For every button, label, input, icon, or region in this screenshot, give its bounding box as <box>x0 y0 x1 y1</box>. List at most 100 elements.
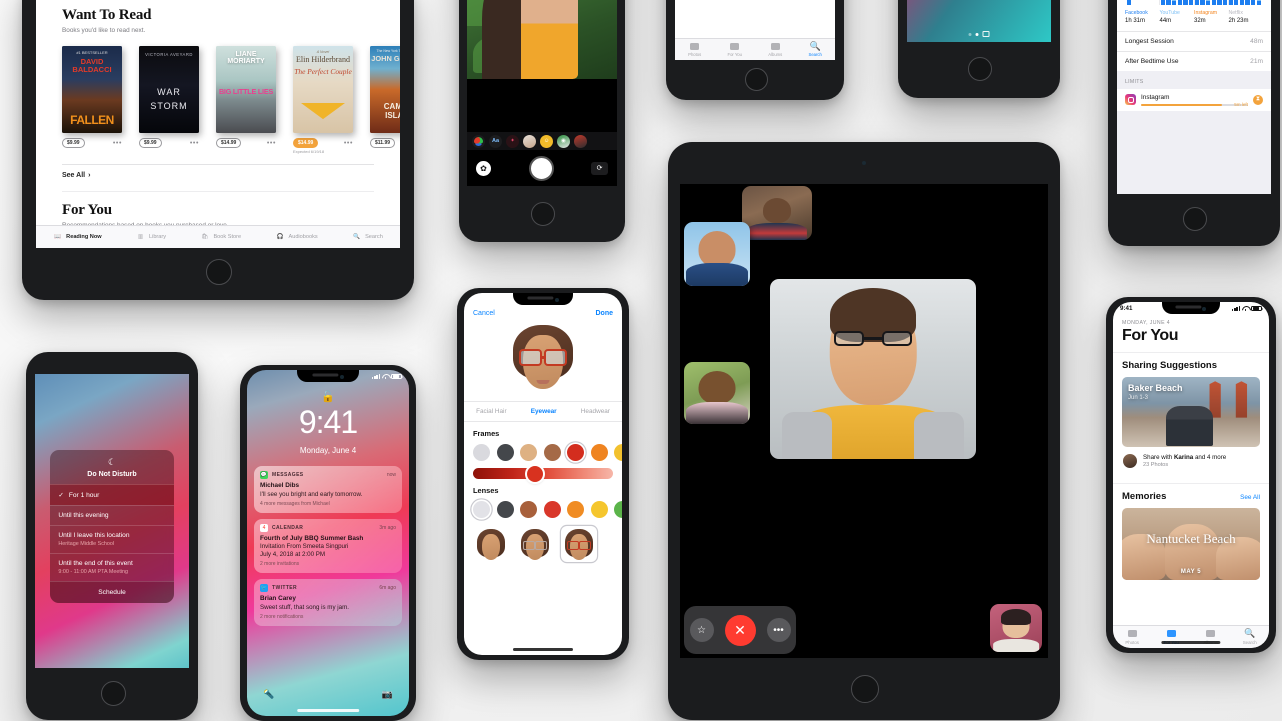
more-icon[interactable]: ••• <box>344 140 353 147</box>
shapes-icon[interactable]: ✦ <box>506 134 519 148</box>
home-button[interactable] <box>851 675 879 703</box>
tab-book-store[interactable]: 🛍 Book Store <box>200 233 241 242</box>
color-swatch-selected[interactable] <box>567 444 584 461</box>
tab-for-you[interactable]: For You <box>728 42 742 57</box>
book-card[interactable]: LIANE MORIARTY BIG LITTLE LIES $14.99 ••… <box>216 46 276 154</box>
schedule-button[interactable]: Schedule <box>50 581 174 604</box>
tab-photos[interactable]: Photos <box>688 42 701 57</box>
page-dot[interactable] <box>968 32 972 36</box>
home-button[interactable] <box>968 57 992 81</box>
color-swatch[interactable] <box>567 501 584 518</box>
tab-facial-hair[interactable]: Facial Hair <box>476 408 507 415</box>
tab-reading-now[interactable]: 📖 Reading Now <box>53 233 101 242</box>
color-slider[interactable] <box>473 465 613 482</box>
notification-calendar[interactable]: 4 CALENDAR 3m ago Fourth of July BBQ Sum… <box>254 518 402 574</box>
facetime-controls[interactable]: ☆ ✕ ••• <box>684 606 796 654</box>
notification-messages[interactable]: 💬 MESSAGES now Michael Dibs I'll see you… <box>254 466 402 513</box>
end-call-button[interactable]: ✕ <box>724 614 756 646</box>
home-indicator[interactable] <box>512 648 574 651</box>
home-button[interactable] <box>100 681 126 706</box>
more-button[interactable]: ••• <box>766 618 791 642</box>
home-indicator[interactable] <box>1161 641 1221 644</box>
camera-icon[interactable]: 📷 <box>382 689 393 700</box>
lenses-swatches[interactable] <box>473 501 622 518</box>
memoji-category-tabs[interactable]: Facial Hair Eyewear Headwear <box>464 401 622 422</box>
home-indicator[interactable] <box>297 709 359 712</box>
book-cover[interactable]: A Novel Elin Hilderbrand The Perfect Cou… <box>293 46 353 133</box>
home-button[interactable] <box>1183 207 1207 231</box>
color-swatch[interactable] <box>496 444 514 461</box>
flashlight-icon[interactable]: 🔦 <box>263 689 274 700</box>
color-swatch-selected[interactable] <box>473 501 490 518</box>
color-swatch[interactable] <box>614 501 622 518</box>
color-swatch[interactable] <box>590 444 608 461</box>
tab-audiobooks[interactable]: 🎧 Audiobooks <box>275 233 318 242</box>
color-swatch[interactable] <box>496 501 514 518</box>
facetime-tile-participant-top[interactable] <box>742 186 812 240</box>
book-cover[interactable]: #1 BESTSELLER DAVID BALDACCI FALLEN <box>62 46 122 133</box>
home-button[interactable] <box>206 259 232 285</box>
emoji-icon[interactable]: ☺ <box>540 134 553 148</box>
memoji-avatar[interactable] <box>511 325 575 393</box>
sharing-suggestion-card[interactable]: Baker Beach Jun 1-3 <box>1122 377 1260 447</box>
tab-search[interactable]: 🔍 Search <box>352 233 383 242</box>
cancel-button[interactable]: Cancel <box>473 310 495 317</box>
color-swatch[interactable] <box>543 501 561 518</box>
memoji-style-option[interactable] <box>473 526 509 562</box>
tab-albums[interactable]: Albums <box>768 42 782 57</box>
notification-list[interactable]: 💬 MESSAGES now Michael Dibs I'll see you… <box>254 466 402 626</box>
flip-camera-button[interactable]: ⟳ <box>591 161 608 175</box>
effects-button[interactable]: ✿ <box>476 160 491 176</box>
tab-headwear[interactable]: Headwear <box>581 408 610 415</box>
longest-session-row[interactable]: Longest Session 48m <box>1117 30 1271 51</box>
book-price[interactable]: $11.99 <box>370 138 396 148</box>
limit-row-instagram[interactable]: Instagram 5m left ⧗ <box>1117 88 1271 111</box>
facetime-tile-participant-left-upper[interactable] <box>684 222 750 286</box>
dnd-option-until-end-of-event[interactable]: Until the end of this event 9:00 - 11:00… <box>50 553 174 581</box>
memoji-style-previews[interactable] <box>464 518 622 562</box>
photos-tab-bar[interactable]: Photos For You Albums 🔍 Search <box>675 38 835 60</box>
color-swatch[interactable] <box>543 444 561 461</box>
book-cover[interactable]: LIANE MORIARTY BIG LITTLE LIES <box>216 46 276 133</box>
notification-twitter[interactable]: 🐦 TWITTER 6m ago Brian Carey Sweet stuff… <box>254 579 402 626</box>
frames-swatches[interactable] <box>473 444 622 461</box>
photos-tab-bar[interactable]: Photos For You Albums 🔍 Search <box>1113 625 1269 648</box>
books-carousel[interactable]: #1 BESTSELLER DAVID BALDACCI FALLEN $9.9… <box>62 46 400 154</box>
book-price[interactable]: $9.99 <box>139 138 162 148</box>
color-swatch[interactable] <box>590 501 608 518</box>
page-indicator[interactable] <box>968 31 990 37</box>
effects-icon[interactable] <box>472 134 485 148</box>
tab-library[interactable]: ▥ Library <box>136 233 166 242</box>
facetime-tile-participant-left-lower[interactable] <box>684 362 750 424</box>
memoji-style-option-selected[interactable] <box>561 526 597 562</box>
after-bedtime-row[interactable]: After Bedtime Use 21m <box>1117 50 1271 71</box>
tab-eyewear[interactable]: Eyewear <box>531 408 557 415</box>
see-all-button[interactable]: See All › <box>62 164 374 179</box>
book-price[interactable]: $14.99 <box>216 138 242 148</box>
book-cover[interactable]: The New York Times Bestseller JOHN GRISH… <box>370 46 400 133</box>
sticker-icon[interactable] <box>574 134 587 148</box>
animoji-icon[interactable]: ◉ <box>557 134 570 148</box>
book-card[interactable]: A Novel Elin Hilderbrand The Perfect Cou… <box>293 46 353 154</box>
share-row[interactable]: Share with Karina and 4 more 23 Photos <box>1122 447 1260 476</box>
lock-footer[interactable]: 🔦 📷 <box>247 689 409 700</box>
hourglass-icon[interactable]: ⧗ <box>1253 94 1263 105</box>
book-card[interactable]: #1 BESTSELLER DAVID BALDACCI FALLEN $9.9… <box>62 46 122 154</box>
tab-search[interactable]: 🔍 Search <box>1243 628 1257 645</box>
see-all-button[interactable]: See All <box>1240 494 1260 501</box>
dnd-option-for-1-hour[interactable]: ✓ For 1 hour <box>50 484 174 506</box>
color-swatch[interactable] <box>520 501 537 518</box>
more-icon[interactable]: ••• <box>190 140 199 147</box>
screen-time-card[interactable]: 2h 30m ↑ 42m above average 12 AM 6 AM 12… <box>1117 0 1271 31</box>
effects-button[interactable]: ☆ <box>689 618 714 642</box>
do-not-disturb-sheet[interactable]: ☾ Do Not Disturb ✓ For 1 hour Until this… <box>50 450 174 604</box>
effects-strip[interactable]: Aa ✦ ☺ ◉ <box>467 132 617 150</box>
text-effects-icon[interactable]: Aa <box>489 134 502 148</box>
memory-card[interactable]: Nantucket Beach MAY 5 <box>1122 508 1260 580</box>
facetime-tile-main-speaker[interactable] <box>770 279 976 459</box>
home-button[interactable] <box>744 68 768 91</box>
book-card[interactable]: VICTORIA AVEYARD WAR STORM $9.99 ••• <box>139 46 199 154</box>
books-tab-bar[interactable]: 📖 Reading Now ▥ Library 🛍 Book Store 🎧 A… <box>36 225 400 248</box>
book-price[interactable]: $14.99 <box>293 138 319 148</box>
book-card[interactable]: The New York Times Bestseller JOHN GRISH… <box>370 46 400 154</box>
